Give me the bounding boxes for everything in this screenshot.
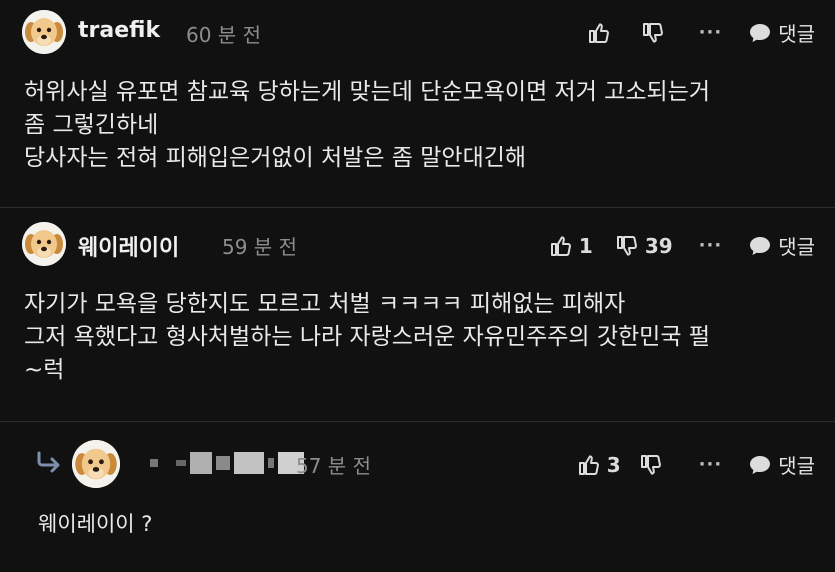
more-icon[interactable]: ··· [699,235,723,256]
more-icon[interactable]: ··· [699,22,723,43]
avatar[interactable] [72,440,120,488]
comment-header: traefik 60 분 전 ··· 댓글 [0,4,835,54]
username[interactable]: 웨이레이이 [78,230,179,262]
dislike-button[interactable] [639,453,669,477]
comment-body: 허위사실 유포면 참교육 당하는게 맞는데 단순모욕이면 저거 고소되는거 좀 … [24,79,710,171]
avatar[interactable] [22,222,66,266]
like-count: 1 [578,233,593,258]
comment-actions: ··· 댓글 [587,18,815,47]
thumbs-down-icon [639,453,663,477]
comment-body: 자기가 모욕을 당한지도 모르고 처벌 ㅋㅋㅋㅋ 피해없는 피해자 그저 욕했다… [24,291,710,383]
like-button[interactable] [587,21,617,45]
thumbs-down-icon [615,234,639,258]
avatar[interactable] [22,10,66,54]
thumbs-up-icon [549,234,573,258]
like-button[interactable]: 3 [577,453,621,477]
dislike-button[interactable]: 39 [615,234,673,258]
reply-item: 57 분 전 3 ··· 댓글 웨이레이이 ? [0,422,835,572]
comment-item: traefik 60 분 전 ··· 댓글 허위사실 유포면 참교육 당하는게 … [0,0,835,207]
like-button[interactable]: 1 [549,234,593,258]
timestamp: 59 분 전 [222,235,297,259]
reply-button[interactable]: 댓글 [748,18,815,47]
timestamp: 60 분 전 [186,23,261,47]
comment-actions: 3 ··· 댓글 [577,450,815,479]
speech-bubble-icon [748,234,772,258]
reply-label: 댓글 [778,454,815,478]
reply-button[interactable]: 댓글 [748,231,815,260]
timestamp: 57 분 전 [296,454,371,478]
more-icon[interactable]: ··· [699,454,723,475]
username[interactable]: traefik [78,18,160,43]
username-redacted [150,452,304,474]
dog-avatar-icon [22,10,66,54]
reply-button[interactable]: 댓글 [748,450,815,479]
dog-avatar-icon [72,440,120,488]
comment-header: 57 분 전 3 ··· 댓글 [0,436,835,488]
reply-label: 댓글 [778,22,815,46]
comment-actions: 1 39 ··· 댓글 [549,231,815,260]
speech-bubble-icon [748,21,772,45]
thumbs-up-icon [577,453,601,477]
comment-header: 웨이레이이 59 분 전 1 39 ··· 댓글 [0,218,835,268]
speech-bubble-icon [748,453,772,477]
dog-avatar-icon [22,222,66,266]
thumbs-up-icon [587,21,611,45]
reply-arrow-icon [37,451,60,473]
dislike-count: 39 [644,233,673,258]
thumbs-down-icon [641,21,665,45]
reply-label: 댓글 [778,235,815,259]
dislike-button[interactable] [641,21,671,45]
comment-item: 웨이레이이 59 분 전 1 39 ··· 댓글 자기가 모욕을 당한지도 모르… [0,208,835,420]
like-count: 3 [606,452,621,477]
comment-body: 웨이레이이 ? [38,512,153,536]
